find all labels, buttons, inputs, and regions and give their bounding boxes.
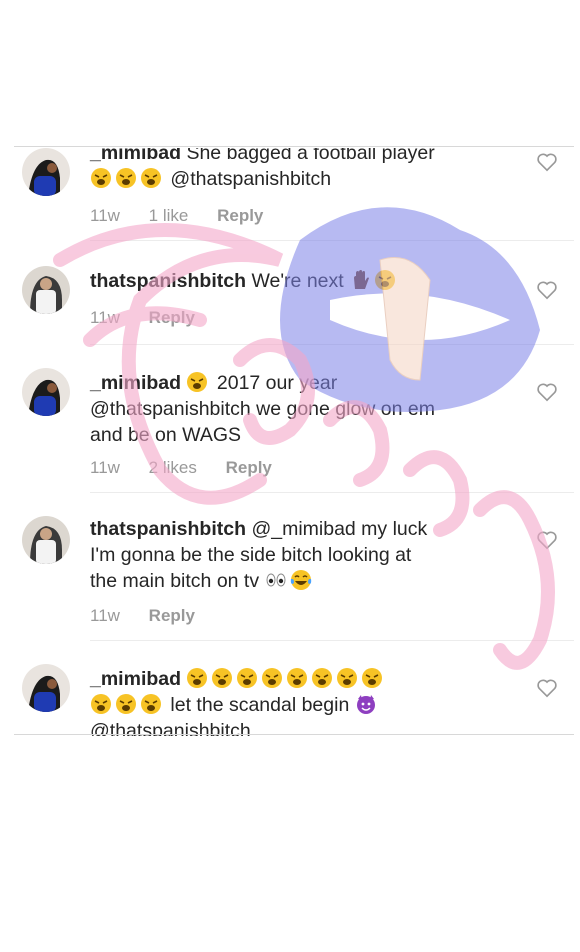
weary-face-icon <box>116 694 136 714</box>
comment-username[interactable]: _mimibad <box>90 148 181 164</box>
weary-face-icon <box>237 668 258 688</box>
heart-icon[interactable] <box>536 152 558 172</box>
comment-username[interactable]: _mimibad <box>90 668 181 690</box>
emoji-group <box>186 668 386 690</box>
comment-likes[interactable]: 2 likes <box>149 458 197 477</box>
raised-hand-icon <box>354 270 370 289</box>
weary-face-icon <box>362 668 383 688</box>
comment-username[interactable]: _mimibad <box>90 372 181 394</box>
heart-icon[interactable] <box>536 382 558 402</box>
reply-button[interactable]: Reply <box>149 606 195 625</box>
eyes-icon <box>266 573 286 587</box>
weary-face-icon <box>91 694 111 714</box>
comment-text: 2017 our year <box>216 372 338 394</box>
weary-face-icon <box>116 168 136 188</box>
heart-icon[interactable] <box>536 280 558 300</box>
comment-text: @thatspanishbitch we gone glow on em <box>90 398 436 420</box>
avatar-photo-icon <box>22 516 70 564</box>
weary-face-icon <box>312 668 333 688</box>
comment-mention[interactable]: @_mimibad my luck <box>251 518 427 540</box>
top-divider <box>14 146 574 147</box>
reply-button[interactable]: Reply <box>149 308 195 327</box>
comment-divider <box>90 344 574 345</box>
comment-likes[interactable]: 1 like <box>149 206 189 225</box>
comment-text: She bagged a football player <box>186 148 435 164</box>
tears-of-joy-icon <box>290 570 311 590</box>
avatar-photo-icon <box>22 368 70 416</box>
comment-meta: 11w 1 like Reply <box>90 206 287 226</box>
weary-face-icon <box>375 270 396 290</box>
comment-text: let the scandal begin <box>170 694 350 716</box>
comment-meta: 11w Reply <box>90 308 219 328</box>
comment-time: 11w <box>90 606 120 625</box>
avatar-photo-icon <box>22 148 70 196</box>
comment-divider <box>90 640 574 641</box>
weary-face-icon <box>141 694 161 714</box>
weary-face-icon <box>287 668 308 688</box>
avatar-photo-icon <box>22 266 70 314</box>
weary-face-icon <box>141 168 161 188</box>
comment-body: thatspanishbitch We're next <box>90 268 490 294</box>
comment-body: _mimibad She bagged a football player @t… <box>90 148 490 192</box>
emoji-group <box>90 168 170 190</box>
avatar[interactable] <box>22 266 70 314</box>
comment-body: thatspanishbitch @_mimibad my luck I'm g… <box>90 516 490 594</box>
weary-face-icon <box>91 168 111 188</box>
comment-text: I'm gonna be the side bitch looking at <box>90 544 412 566</box>
comment-username[interactable]: thatspanishbitch <box>90 518 246 540</box>
reply-button[interactable]: Reply <box>226 458 272 477</box>
comment-body: _mimibad 2017 our year @thatspanishbitch… <box>90 370 490 448</box>
comment-text: We're next <box>251 270 344 292</box>
comment-username[interactable]: thatspanishbitch <box>90 270 246 292</box>
avatar-photo-icon <box>22 664 70 712</box>
comment-meta: 11w 2 likes Reply <box>90 458 296 478</box>
comment-text: the main bitch on tv <box>90 570 260 592</box>
avatar[interactable] <box>22 664 70 712</box>
weary-face-icon <box>187 668 208 688</box>
bottom-divider <box>14 734 574 735</box>
weary-face-icon <box>187 372 208 392</box>
comment-divider <box>90 492 574 493</box>
avatar[interactable] <box>22 368 70 416</box>
smiling-devil-icon <box>356 695 375 714</box>
heart-icon[interactable] <box>536 678 558 698</box>
comment-divider <box>90 240 574 241</box>
comment-mention[interactable]: @thatspanishbitch <box>170 168 331 190</box>
comment-time: 11w <box>90 308 120 327</box>
weary-face-icon <box>262 668 283 688</box>
comment-text: and be on WAGS <box>90 424 242 446</box>
avatar[interactable] <box>22 516 70 564</box>
weary-face-icon <box>337 668 358 688</box>
comment-body: _mimibad let the scandal begin @thatspan… <box>90 666 490 736</box>
comment-meta: 11w Reply <box>90 606 219 626</box>
weary-face-icon <box>212 668 233 688</box>
reply-button[interactable]: Reply <box>217 206 263 225</box>
avatar[interactable] <box>22 148 70 196</box>
comment-time: 11w <box>90 458 120 477</box>
heart-icon[interactable] <box>536 530 558 550</box>
comment-time: 11w <box>90 206 120 225</box>
comments-list: _mimibad She bagged a football player @t… <box>14 148 574 736</box>
